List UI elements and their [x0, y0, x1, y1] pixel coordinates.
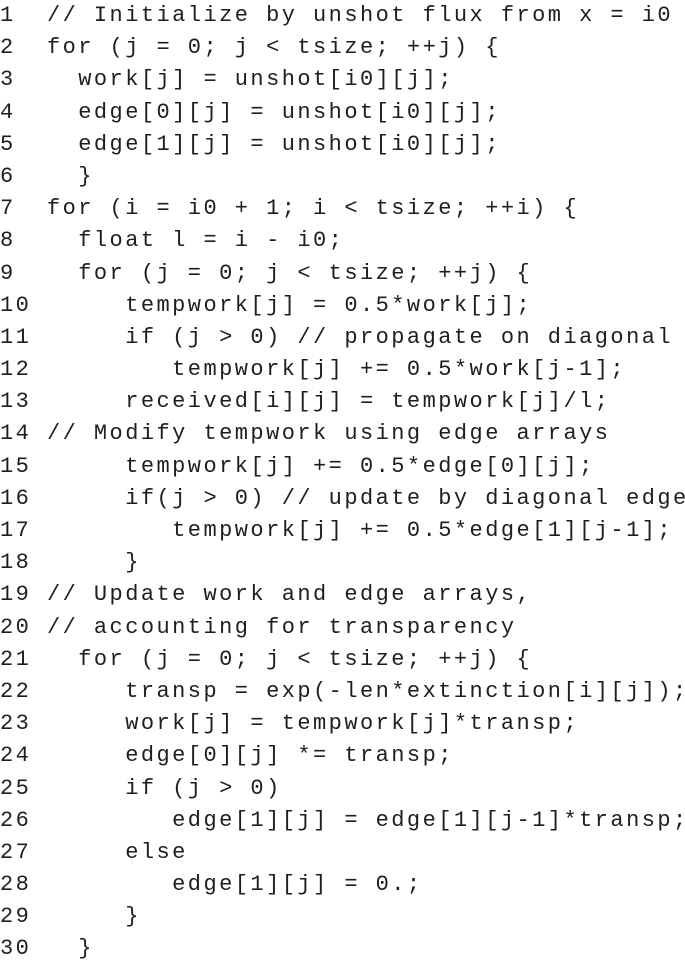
- code-text: tempwork[j] += 0.5*edge[1][j-1];: [46, 518, 674, 543]
- code-text: work[j] = tempwork[j]*transp;: [46, 711, 580, 737]
- line-number: 23: [0, 711, 32, 737]
- line-number: 29: [0, 904, 32, 930]
- code-text: received[i][j] = tempwork[j]/l;: [46, 389, 611, 415]
- code-line: 29 }: [0, 901, 685, 933]
- code-line: 28 edge[1][j] = 0.;: [0, 869, 685, 901]
- code-line: 9 for (j = 0; j < tsize; ++j) {: [0, 258, 685, 290]
- code-line: 10 tempwork[j] = 0.5*work[j];: [0, 290, 685, 322]
- code-text: for (j = 0; j < tsize; ++j) {: [46, 646, 533, 672]
- code-text: if(j > 0) // update by diagonal edge: [46, 485, 685, 511]
- code-line: 6 }: [0, 161, 685, 193]
- code-line: 18 }: [0, 547, 685, 579]
- line-number: 9: [0, 260, 16, 286]
- code-line: 1 // Initialize by unshot flux from x = i…: [0, 0, 685, 32]
- code-line: 5 edge[1][j] = unshot[i0][j];: [0, 129, 685, 161]
- code-text: float l = i - i0;: [46, 228, 345, 254]
- code-text: tempwork[j] += 0.5*edge[0][j];: [46, 453, 595, 479]
- code-line: 24 edge[0][j] *= transp;: [0, 740, 685, 772]
- line-number: 25: [0, 775, 32, 801]
- line-number: 22: [0, 678, 32, 704]
- code-line: 13 received[i][j] = tempwork[j]/l;: [0, 386, 685, 418]
- code-line: 26 edge[1][j] = edge[1][j-1]*transp;: [0, 805, 685, 837]
- code-line: 22 transp = exp(-len*extinction[i][j]);: [0, 676, 685, 708]
- code-line: 4 edge[0][j] = unshot[i0][j];: [0, 97, 685, 129]
- line-number: 1: [0, 3, 16, 28]
- line-number: 24: [0, 743, 32, 769]
- code-text: work[j] = unshot[i0][j];: [46, 67, 454, 93]
- line-number: 8: [0, 228, 16, 254]
- code-text: transp = exp(-len*extinction[i][j]);: [46, 678, 685, 704]
- code-line: 27 else: [0, 837, 685, 869]
- line-number: 20: [0, 614, 32, 640]
- code-text: }: [46, 550, 141, 576]
- code-line: 8 float l = i - i0;: [0, 225, 685, 257]
- code-text: // Modify tempwork using edge arrays: [46, 421, 611, 447]
- code-text: for (j = 0; j < tsize; ++j) {: [46, 35, 501, 61]
- code-line: 7 for (i = i0 + 1; i < tsize; ++i) {: [0, 193, 685, 225]
- code-text: for (j = 0; j < tsize; ++j) {: [46, 260, 533, 286]
- code-line: 30 }: [0, 933, 685, 965]
- code-text: edge[0][j] = unshot[i0][j];: [46, 99, 501, 125]
- line-number: 17: [0, 518, 32, 543]
- code-line: 19 // Update work and edge arrays,: [0, 579, 685, 611]
- line-number: 6: [0, 163, 16, 189]
- line-number: 28: [0, 872, 32, 898]
- line-number: 4: [0, 99, 16, 125]
- line-number: 13: [0, 389, 32, 415]
- code-line: 2 for (j = 0; j < tsize; ++j) {: [0, 32, 685, 64]
- code-text: }: [46, 163, 94, 189]
- code-line: 11 if (j > 0) // propagate on diagonal: [0, 322, 685, 354]
- code-line: 21 for (j = 0; j < tsize; ++j) {: [0, 644, 685, 676]
- code-line: 3 work[j] = unshot[i0][j];: [0, 64, 685, 96]
- code-line: 25 if (j > 0): [0, 773, 685, 805]
- code-text: // Update work and edge arrays,: [46, 582, 533, 608]
- code-text: tempwork[j] = 0.5*work[j];: [46, 292, 533, 318]
- line-number: 15: [0, 453, 32, 479]
- code-line: 14 // Modify tempwork using edge arrays: [0, 418, 685, 450]
- line-number: 26: [0, 807, 32, 833]
- code-text: edge[1][j] = unshot[i0][j];: [46, 131, 501, 157]
- code-line: 20 // accounting for transparency: [0, 612, 685, 644]
- line-number: 27: [0, 839, 32, 865]
- code-line: 15 tempwork[j] += 0.5*edge[0][j];: [0, 451, 685, 483]
- code-line: 12 tempwork[j] += 0.5*work[j-1];: [0, 354, 685, 386]
- code-text: // Initialize by unshot flux from x = i0: [46, 3, 674, 28]
- line-number: 30: [0, 936, 32, 962]
- code-text: else: [46, 839, 188, 865]
- line-number: 18: [0, 550, 32, 576]
- line-number: 5: [0, 131, 16, 157]
- line-number: 7: [0, 196, 16, 222]
- line-number: 10: [0, 292, 32, 318]
- code-line: 23 work[j] = tempwork[j]*transp;: [0, 708, 685, 740]
- line-number: 19: [0, 582, 32, 608]
- code-line: 16 if(j > 0) // update by diagonal edge: [0, 483, 685, 515]
- line-number: 16: [0, 485, 32, 511]
- code-text: }: [46, 904, 141, 930]
- code-text: }: [46, 936, 94, 962]
- line-number: 21: [0, 646, 32, 672]
- line-number: 12: [0, 357, 32, 383]
- code-line: 17 tempwork[j] += 0.5*edge[1][j-1];: [0, 515, 685, 547]
- line-number: 11: [0, 324, 32, 350]
- code-text: // accounting for transparency: [46, 614, 517, 640]
- line-number: 2: [0, 35, 16, 61]
- line-number: 14: [0, 421, 32, 447]
- code-text: for (i = i0 + 1; i < tsize; ++i) {: [46, 196, 580, 222]
- line-number: 3: [0, 67, 16, 93]
- code-text: edge[0][j] *= transp;: [46, 743, 454, 769]
- code-text: if (j > 0) // propagate on diagonal: [46, 324, 674, 350]
- code-listing: 1 // Initialize by unshot flux from x = i…: [0, 0, 685, 966]
- code-text: tempwork[j] += 0.5*work[j-1];: [46, 357, 627, 383]
- code-text: if (j > 0): [46, 775, 282, 801]
- code-text: edge[1][j] = edge[1][j-1]*transp;: [46, 807, 685, 833]
- code-text: edge[1][j] = 0.;: [46, 872, 423, 898]
